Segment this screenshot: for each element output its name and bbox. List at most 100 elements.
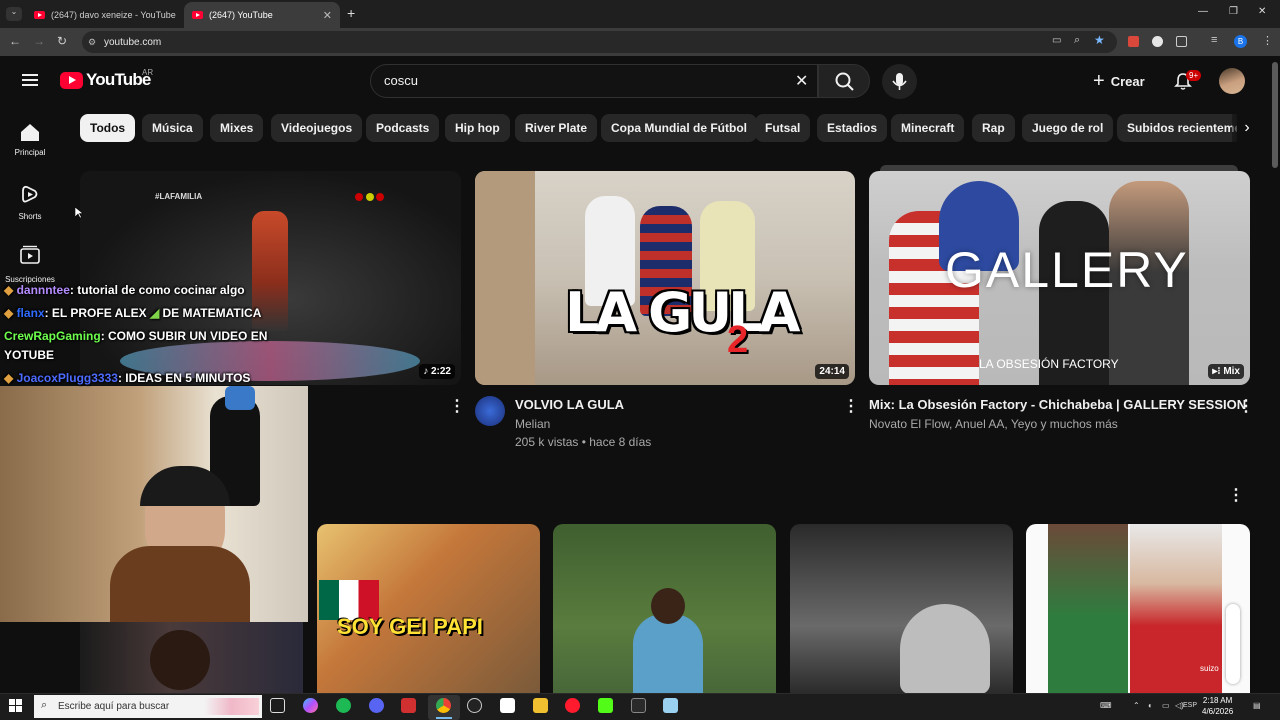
address-bar[interactable]: youtube.com — [82, 31, 1117, 53]
chat-username: JoacoxPlugg3333 — [16, 371, 118, 385]
youtube-logo-text[interactable]: YouTube — [86, 70, 151, 90]
kick-icon[interactable] — [598, 698, 613, 713]
video-title[interactable]: VOLVIO LA GULA — [515, 397, 624, 412]
chip-subidos-recientemente[interactable]: Subidos recientemente — [1117, 114, 1237, 142]
restore-button[interactable]: ❐ — [1229, 6, 1238, 17]
menu-dots-icon[interactable]: ⋮ — [1262, 34, 1273, 47]
clear-search-icon[interactable]: ✕ — [795, 71, 808, 91]
minimize-button[interactable]: — — [1198, 6, 1208, 17]
reload-icon[interactable]: ↻ — [57, 34, 67, 48]
chips-next-chevron-icon[interactable]: › — [1232, 114, 1262, 142]
discord-icon[interactable] — [369, 698, 384, 713]
chrome-icon — [436, 698, 451, 713]
spotify-icon[interactable] — [336, 698, 351, 713]
taskbar-clock[interactable]: 2:18 AM 4/6/2026 — [1202, 695, 1233, 717]
video-thumbnail[interactable]: GALLERY LA OBSESIÓN FACTORY ▸⁝ Mix — [869, 171, 1250, 385]
taskbar-search-input[interactable]: ⌕ Escribe aquí para buscar — [34, 695, 262, 718]
sidebar-item-principal[interactable]: Principal — [0, 120, 60, 157]
channel-name[interactable]: Melian — [515, 417, 550, 431]
file-explorer-icon[interactable] — [533, 698, 548, 713]
copilot-icon[interactable] — [303, 698, 318, 713]
video-thumbnail[interactable]: suizo — [1026, 524, 1250, 694]
video-title[interactable]: Mix: La Obsesión Factory - Chichabeba | … — [869, 397, 1246, 412]
tab-close-icon[interactable]: ✕ — [323, 9, 332, 22]
search-input[interactable] — [370, 64, 818, 98]
app-icon[interactable] — [663, 698, 678, 713]
video-options-icon[interactable]: ⋮ — [1238, 396, 1254, 416]
chip-hip-hop[interactable]: Hip hop — [445, 114, 510, 142]
page-scrollbar[interactable] — [1272, 62, 1278, 168]
taskbar-active-app[interactable] — [428, 695, 460, 720]
app-icon[interactable] — [467, 698, 482, 713]
bookmark-star-icon[interactable]: ★ — [1094, 33, 1105, 47]
back-arrow-icon[interactable]: ← — [9, 34, 21, 48]
video-options-icon[interactable]: ⋮ — [449, 396, 465, 416]
windows-start-icon[interactable] — [9, 699, 22, 712]
network-icon[interactable]: ▭ — [1162, 701, 1170, 710]
extension-icon[interactable] — [1128, 36, 1139, 47]
browser-tab-2[interactable]: (2647) YouTube ✕ — [184, 2, 340, 28]
tray-app-icon[interactable]: ◐ — [1148, 701, 1153, 710]
sidebar-item-label: Shorts — [18, 212, 42, 221]
opera-icon[interactable] — [565, 698, 580, 713]
sidebar-item-shorts[interactable]: Shorts — [0, 183, 60, 221]
chip-rap[interactable]: Rap — [972, 114, 1015, 142]
chip-todos[interactable]: Todos — [80, 114, 136, 142]
tray-chevron-icon[interactable]: ⌃ — [1133, 701, 1140, 710]
extensions-puzzle-icon[interactable] — [1176, 36, 1187, 47]
site-info-icon[interactable]: ⚙ — [88, 37, 96, 48]
url-text: youtube.com — [104, 36, 162, 48]
profile-icon[interactable]: B — [1234, 35, 1247, 48]
browser-tab-1[interactable]: (2647) davo xeneize - YouTube ✕ — [26, 2, 176, 28]
video-thumbnail[interactable] — [553, 524, 776, 694]
video-thumbnail[interactable] — [80, 622, 303, 694]
chip-river-plate[interactable]: River Plate — [515, 114, 598, 142]
close-window-button[interactable]: ✕ — [1258, 6, 1266, 17]
sidebar-item-suscripciones[interactable]: Suscripciones — [0, 245, 60, 284]
webcam-hat — [225, 386, 255, 410]
chip-videojuegos[interactable]: Videojuegos — [271, 114, 363, 142]
video-thumbnail[interactable]: #LAFAMILIA ♪ 2:22 — [80, 171, 461, 385]
video-options-icon[interactable]: ⋮ — [843, 396, 859, 416]
thumbnail-player — [633, 614, 703, 694]
thumbnail-head — [651, 588, 685, 624]
app-icon[interactable] — [500, 698, 515, 713]
chip-minecraft[interactable]: Minecraft — [891, 114, 965, 142]
epic-games-icon[interactable] — [631, 698, 646, 713]
thumbnail-sidebar — [1226, 604, 1240, 684]
extension-icon[interactable] — [1152, 36, 1163, 47]
chip-juego-de-rol[interactable]: Juego de rol — [1022, 114, 1114, 142]
zoom-icon[interactable]: ⌕ — [1074, 34, 1080, 47]
chip-futsal[interactable]: Futsal — [755, 114, 811, 142]
notification-center-icon[interactable]: ▤ — [1253, 701, 1261, 710]
webcam-body — [110, 546, 250, 622]
chip-mixes[interactable]: Mixes — [210, 114, 264, 142]
youtube-logo-icon[interactable] — [60, 72, 83, 89]
video-thumbnail[interactable]: LA GULA 2 24:14 — [475, 171, 855, 385]
chip-podcasts[interactable]: Podcasts — [366, 114, 440, 142]
search-query[interactable]: coscu — [384, 73, 418, 88]
tab-search-icon[interactable]: ⌄ — [6, 7, 22, 21]
video-thumbnail[interactable] — [790, 524, 1013, 694]
create-button[interactable]: + Crear — [1093, 69, 1157, 93]
video-duration: 24:14 — [815, 364, 849, 379]
voice-search-button[interactable] — [882, 64, 917, 99]
reading-list-icon[interactable]: ≡ — [1211, 34, 1217, 46]
thumbnail-title: SOY GEI PAPI — [337, 614, 483, 639]
forward-arrow-icon[interactable]: → — [33, 34, 45, 48]
keyboard-icon[interactable]: ⌨ — [1100, 701, 1112, 710]
search-button[interactable] — [818, 64, 870, 98]
chip-copa-mundial[interactable]: Copa Mundial de Fútbol — [601, 114, 757, 142]
cast-icon[interactable]: ▭ — [1052, 35, 1061, 46]
task-view-icon[interactable] — [270, 698, 285, 713]
chip-musica[interactable]: Música — [142, 114, 203, 142]
chip-estadios[interactable]: Estadios — [817, 114, 888, 142]
video-thumbnail[interactable]: SOY GEI PAPI — [317, 524, 540, 694]
shelf-options-icon[interactable]: ⋮ — [1228, 485, 1244, 505]
channel-avatar[interactable] — [475, 396, 505, 426]
app-icon[interactable] — [401, 698, 416, 713]
new-tab-button[interactable]: + — [347, 5, 355, 21]
language-indicator[interactable]: ESP — [1183, 702, 1197, 709]
hamburger-menu-icon[interactable] — [22, 73, 38, 87]
account-avatar[interactable] — [1219, 68, 1245, 94]
